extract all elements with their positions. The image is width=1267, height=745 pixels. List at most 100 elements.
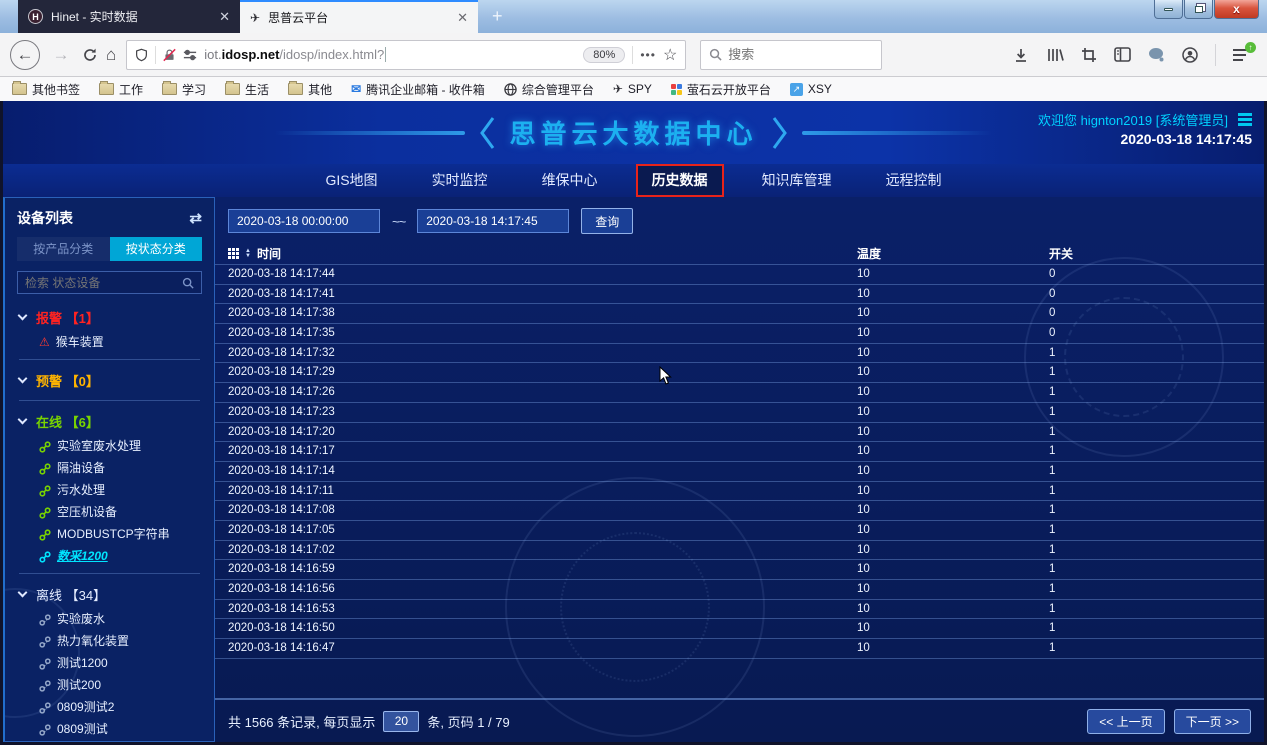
nav-realtime-monitor[interactable]: 实时监控: [405, 166, 515, 195]
table-row[interactable]: 2020-03-18 14:17:11 10 1: [215, 481, 1264, 501]
group-warning[interactable]: 预警 【0】: [19, 371, 202, 390]
device-search-input[interactable]: [25, 276, 182, 290]
page-actions-button[interactable]: •••: [640, 48, 656, 62]
bookmark-xsy[interactable]: ↗XSY: [790, 82, 832, 96]
screenshot-crop-icon[interactable]: [1081, 47, 1097, 63]
device-item-offline[interactable]: 0809测试: [39, 723, 202, 736]
search-icon: [709, 48, 722, 61]
nav-maintenance-center[interactable]: 维保中心: [515, 166, 625, 195]
table-row[interactable]: 2020-03-18 14:17:41 10 0: [215, 284, 1264, 304]
device-item-online[interactable]: 隔油设备: [39, 462, 202, 475]
sidebar-toggle-icon[interactable]: [1114, 47, 1131, 62]
nav-knowledge-base[interactable]: 知识库管理: [735, 166, 859, 195]
table-row[interactable]: 2020-03-18 14:16:47 10 1: [215, 638, 1264, 658]
device-item-offline[interactable]: 0809测试2: [39, 701, 202, 714]
group-online[interactable]: 在线 【6】: [19, 412, 202, 431]
browser-tab-hinet[interactable]: H Hinet - 实时数据 ✕: [18, 0, 240, 33]
col-time[interactable]: 时间: [257, 245, 281, 262]
device-item-offline[interactable]: 测试1200: [39, 657, 202, 670]
table-row[interactable]: 2020-03-18 14:17:20 10 1: [215, 422, 1264, 442]
next-page-button[interactable]: 下一页 >>: [1174, 709, 1251, 734]
tab-close-icon[interactable]: ✕: [457, 10, 468, 26]
grid-icon[interactable]: [228, 248, 239, 259]
bookmark-ezviz[interactable]: 萤石云开放平台: [671, 81, 771, 98]
banner-bracket-right-icon: [772, 116, 788, 150]
table-row[interactable]: 2020-03-18 14:17:32 10 1: [215, 343, 1264, 363]
url-text[interactable]: iot.idosp.net/idosp/index.html?: [204, 47, 576, 62]
table-row[interactable]: 2020-03-18 14:16:50 10 1: [215, 618, 1264, 638]
end-datetime-input[interactable]: [417, 209, 569, 233]
header-menu-icon[interactable]: [1238, 113, 1252, 126]
permissions-icon: [183, 49, 197, 61]
swap-arrows-icon[interactable]: ⇄: [189, 209, 202, 227]
device-item-online[interactable]: 污水处理: [39, 484, 202, 497]
search-bar[interactable]: [700, 40, 882, 70]
bookmark-star-icon[interactable]: ☆: [663, 45, 677, 65]
group-offline[interactable]: 离线 【34】: [19, 585, 202, 604]
tab-title: 思普云平台: [268, 9, 449, 26]
nav-remote-control[interactable]: 远程控制: [859, 166, 969, 195]
browser-tab-sipu[interactable]: ✈ 思普云平台 ✕: [240, 0, 478, 33]
table-row[interactable]: 2020-03-18 14:17:38 10 0: [215, 303, 1264, 323]
zoom-level-badge[interactable]: 80%: [583, 47, 625, 63]
table-row[interactable]: 2020-03-18 14:17:05 10 1: [215, 520, 1264, 540]
device-item-offline[interactable]: 实验废水: [39, 613, 202, 626]
device-item-offline[interactable]: 热力氧化装置: [39, 635, 202, 648]
device-item-offline[interactable]: 测试200: [39, 679, 202, 692]
bookmark-folder-study[interactable]: 学习: [162, 81, 206, 98]
table-row[interactable]: 2020-03-18 14:17:35 10 0: [215, 323, 1264, 343]
table-row[interactable]: 2020-03-18 14:17:44 10 0: [215, 264, 1264, 284]
restore-button[interactable]: [1184, 0, 1213, 19]
nav-history-data[interactable]: 历史数据: [636, 164, 724, 197]
device-search-box[interactable]: [17, 271, 202, 294]
device-item-online[interactable]: 空压机设备: [39, 506, 202, 519]
bookmark-mgmt-platform[interactable]: 综合管理平台: [504, 81, 594, 98]
prev-page-button[interactable]: << 上一页: [1087, 709, 1164, 734]
back-button[interactable]: ←: [10, 40, 40, 70]
table-row[interactable]: 2020-03-18 14:17:14 10 1: [215, 461, 1264, 481]
page-size-input[interactable]: 20: [383, 711, 419, 732]
home-button[interactable]: ⌂: [106, 45, 116, 65]
device-item-alarm[interactable]: ⚠ 猴车装置: [39, 336, 202, 349]
sort-icon[interactable]: ▲▼: [245, 249, 251, 259]
messenger-bubble-icon[interactable]: [1148, 47, 1165, 62]
minimize-button[interactable]: [1154, 0, 1183, 19]
table-row[interactable]: 2020-03-18 14:16:56 10 1: [215, 579, 1264, 599]
col-switch[interactable]: 开关: [1049, 245, 1264, 262]
library-icon[interactable]: [1046, 47, 1064, 63]
group-alarm[interactable]: 报警 【1】: [19, 308, 202, 327]
table-row[interactable]: 2020-03-18 14:17:08 10 1: [215, 500, 1264, 520]
bookmark-tencent-mail[interactable]: ✉腾讯企业邮箱 - 收件箱: [351, 81, 485, 98]
bookmark-folder-work[interactable]: 工作: [99, 81, 143, 98]
table-row[interactable]: 2020-03-18 14:17:17 10 1: [215, 441, 1264, 461]
new-tab-button[interactable]: +: [492, 5, 503, 27]
query-button[interactable]: 查询: [581, 208, 633, 234]
download-icon[interactable]: [1013, 47, 1029, 63]
table-row[interactable]: 2020-03-18 14:16:59 10 1: [215, 559, 1264, 579]
col-temperature[interactable]: 温度: [857, 245, 1049, 262]
bookmark-spy[interactable]: ✈SPY: [613, 82, 652, 96]
table-row[interactable]: 2020-03-18 14:17:02 10 1: [215, 540, 1264, 560]
url-bar[interactable]: iot.idosp.net/idosp/index.html? 80% ••• …: [126, 40, 686, 70]
table-row[interactable]: 2020-03-18 14:16:53 10 1: [215, 599, 1264, 619]
forward-button[interactable]: →: [48, 45, 74, 65]
table-row[interactable]: 2020-03-18 14:17:26 10 1: [215, 382, 1264, 402]
nav-gis-map[interactable]: GIS地图: [298, 166, 404, 195]
bookmark-folder-life[interactable]: 生活: [225, 81, 269, 98]
tab-by-product[interactable]: 按产品分类: [17, 237, 110, 261]
table-row[interactable]: 2020-03-18 14:17:23 10 1: [215, 402, 1264, 422]
reload-button[interactable]: [82, 47, 98, 63]
close-button[interactable]: x: [1214, 0, 1259, 19]
search-input[interactable]: [728, 47, 848, 62]
tab-close-icon[interactable]: ✕: [219, 9, 230, 25]
table-row[interactable]: 2020-03-18 14:17:29 10 1: [215, 362, 1264, 382]
start-datetime-input[interactable]: [228, 209, 380, 233]
device-item-online[interactable]: MODBUSTCP字符串: [39, 528, 202, 541]
device-item-selected[interactable]: 数采1200: [39, 550, 202, 563]
bookmark-folder-other-bookmarks[interactable]: 其他书签: [12, 81, 80, 98]
bookmark-folder-misc[interactable]: 其他: [288, 81, 332, 98]
menu-button[interactable]: ↑: [1233, 49, 1249, 61]
account-icon[interactable]: [1182, 47, 1198, 63]
device-item-online[interactable]: 实验室废水处理: [39, 440, 202, 453]
tab-by-status[interactable]: 按状态分类: [110, 237, 203, 261]
